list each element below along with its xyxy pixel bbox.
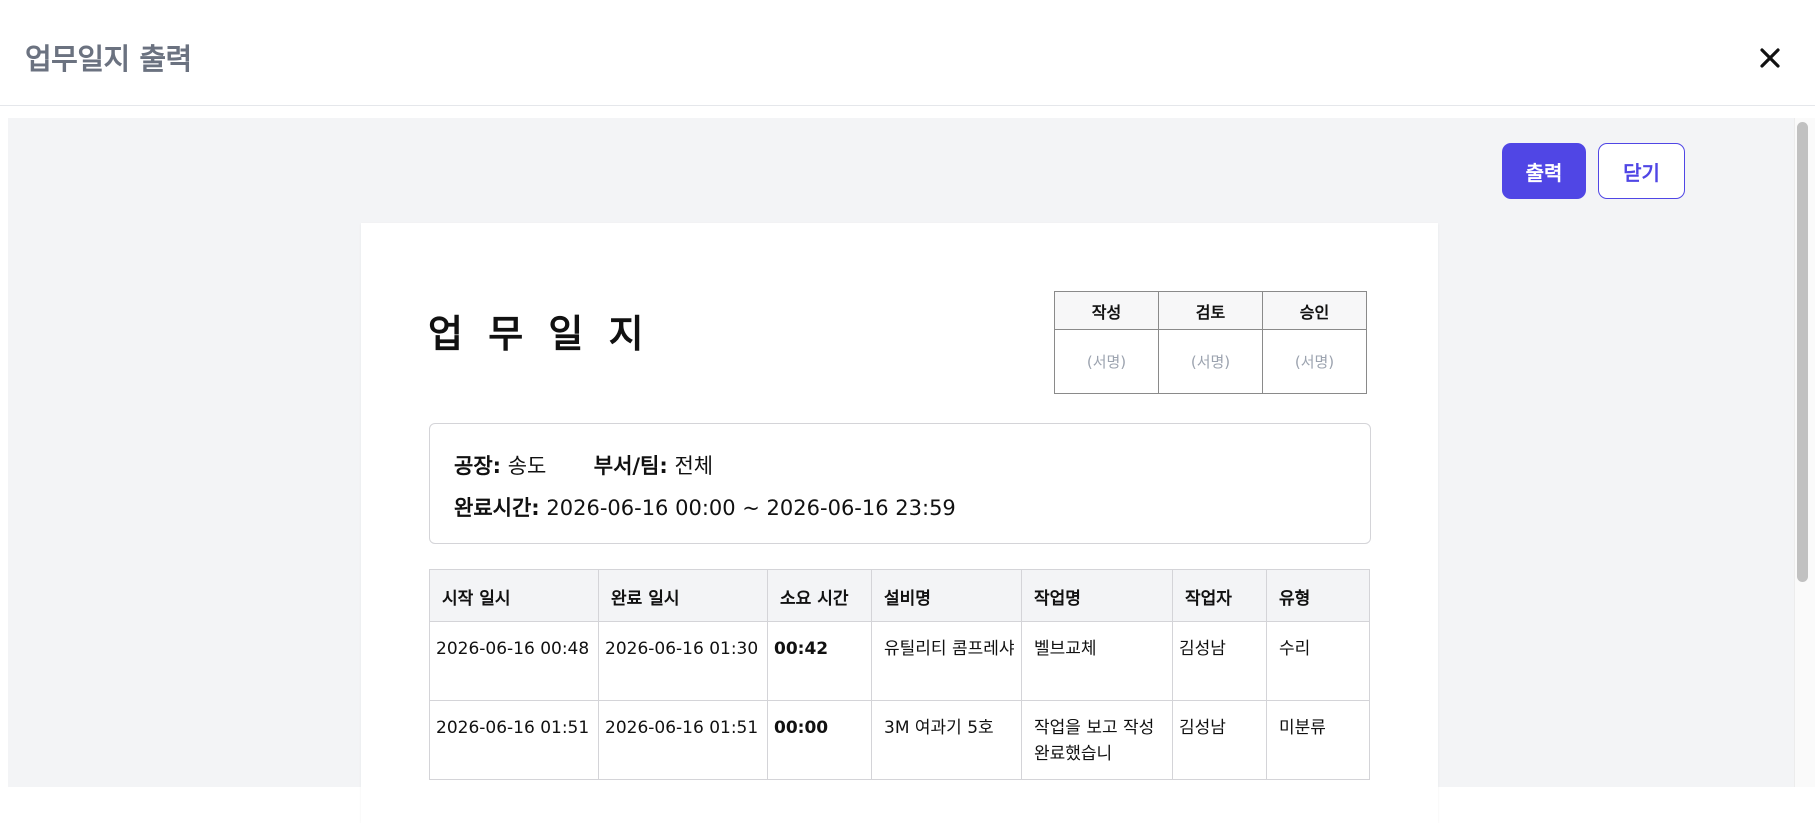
cell-worker: 김성남	[1172, 700, 1267, 780]
dept-value: 전체	[674, 454, 714, 478]
col-duration: 소요 시간	[767, 569, 872, 622]
modal-header: 업무일지 출력	[0, 0, 1815, 106]
cell-start-time: 2026-06-16 00:48	[429, 621, 599, 701]
info-line-factory-dept: 공장: 송도 부서/팀: 전체	[454, 450, 713, 480]
cell-equipment: 3M 여과기 5호	[871, 700, 1022, 780]
factory-value: 송도	[507, 454, 547, 478]
signature-placeholder: (서명)	[1262, 329, 1367, 394]
cell-start-time: 2026-06-16 01:51	[429, 700, 599, 780]
table-row: 2026-06-16 01:51 2026-06-16 01:51 00:00 …	[429, 700, 1370, 780]
cell-task: 벨브교체	[1021, 621, 1173, 701]
info-box: 공장: 송도 부서/팀: 전체 완료시간: 2026-06-16 00:00 ~…	[429, 423, 1371, 544]
cell-equipment: 유틸리티 콤프레샤	[871, 621, 1022, 701]
cell-duration: 00:00	[767, 700, 872, 780]
close-button[interactable]: 닫기	[1598, 143, 1685, 199]
cell-type: 미분류	[1266, 700, 1370, 780]
approval-table: 작성 검토 승인 (서명) (서명) (서명)	[1054, 291, 1367, 394]
document-title: 업 무 일 지	[428, 312, 650, 356]
work-log-table: 시작 일시 완료 일시 소요 시간 설비명 작업명 작업자 유형 2026-06…	[429, 569, 1370, 780]
cell-end-time: 2026-06-16 01:51	[598, 700, 768, 780]
close-icon[interactable]	[1752, 40, 1788, 76]
cell-end-time: 2026-06-16 01:30	[598, 621, 768, 701]
signature-placeholder: (서명)	[1054, 329, 1159, 394]
table-row: 2026-06-16 00:48 2026-06-16 01:30 00:42 …	[429, 621, 1370, 701]
factory-label: 공장:	[454, 454, 502, 478]
col-worker: 작업자	[1172, 569, 1267, 622]
col-start-time: 시작 일시	[429, 569, 599, 622]
table-header-row: 시작 일시 완료 일시 소요 시간 설비명 작업명 작업자 유형	[429, 569, 1370, 622]
document-page: 업 무 일 지 작성 검토 승인 (서명) (서명) (서명) 공장: 송도 부…	[361, 223, 1438, 823]
modal-title: 업무일지 출력	[25, 42, 192, 76]
period-label: 완료시간:	[454, 496, 540, 520]
print-button[interactable]: 출력	[1502, 143, 1586, 199]
cell-worker: 김성남	[1172, 621, 1267, 701]
col-task: 작업명	[1021, 569, 1173, 622]
col-equipment: 설비명	[871, 569, 1022, 622]
approval-header-author: 작성	[1054, 291, 1159, 330]
cell-duration: 00:42	[767, 621, 872, 701]
col-type: 유형	[1266, 569, 1370, 622]
cell-task: 작업을 보고 작성 완료했습니	[1021, 700, 1173, 780]
col-end-time: 완료 일시	[598, 569, 768, 622]
approval-header-review: 검토	[1158, 291, 1263, 330]
dept-label: 부서/팀:	[593, 454, 668, 478]
signature-placeholder: (서명)	[1158, 329, 1263, 394]
approval-header-approve: 승인	[1262, 291, 1367, 330]
scrollbar-thumb[interactable]	[1797, 122, 1808, 582]
info-line-period: 완료시간: 2026-06-16 00:00 ~ 2026-06-16 23:5…	[454, 492, 956, 522]
cell-type: 수리	[1266, 621, 1370, 701]
period-value: 2026-06-16 00:00 ~ 2026-06-16 23:59	[546, 496, 956, 520]
